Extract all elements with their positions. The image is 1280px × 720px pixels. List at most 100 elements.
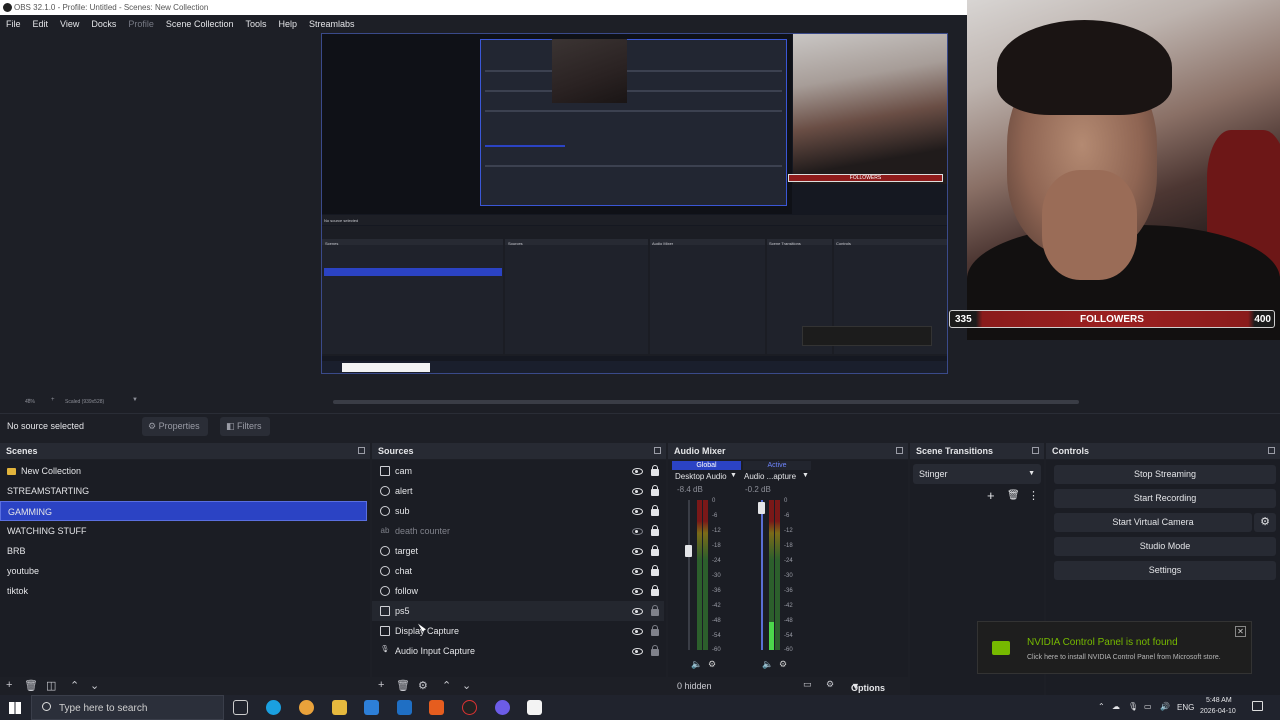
visibility-icon[interactable] — [632, 488, 643, 495]
menu-file[interactable]: File — [6, 19, 21, 29]
terminal-icon[interactable] — [527, 700, 542, 715]
lock-icon[interactable] — [651, 485, 659, 496]
visibility-icon[interactable] — [632, 568, 643, 575]
scene-item-watching-stuff[interactable]: WATCHING STUFF — [0, 521, 368, 541]
undock-icon[interactable] — [654, 447, 661, 454]
edge-icon[interactable] — [266, 700, 281, 715]
mixer-layout-icon[interactable]: ▭ — [803, 679, 812, 690]
transition-menu-icon[interactable]: ⋮ — [1028, 489, 1039, 502]
lock-icon[interactable] — [651, 545, 659, 556]
chrome-icon[interactable] — [299, 700, 314, 715]
mixer-tab-active[interactable]: Active — [743, 461, 811, 470]
menu-view[interactable]: View — [60, 19, 79, 29]
visibility-icon[interactable] — [632, 468, 643, 475]
mixer-tab-global[interactable]: Global — [672, 461, 741, 470]
scene-item-brb[interactable]: BRB — [0, 541, 368, 561]
speaker-icon[interactable]: 🔈 — [691, 659, 702, 670]
mixer-options-button[interactable]: Options ▼ — [851, 681, 885, 693]
unlock-icon[interactable] — [651, 605, 659, 616]
move-source-up-button[interactable]: ⌃ — [442, 679, 451, 692]
menu-help[interactable]: Help — [278, 19, 297, 29]
move-scene-up-button[interactable]: ⌃ — [70, 679, 79, 692]
menu-docks[interactable]: Docks — [91, 19, 116, 29]
scene-filters-button[interactable]: ◫ — [46, 679, 56, 692]
windows-start-icon[interactable] — [9, 702, 21, 714]
obs-taskbar-icon[interactable] — [495, 700, 510, 715]
unlock-icon[interactable] — [651, 625, 659, 636]
lock-icon[interactable] — [651, 465, 659, 476]
hidden-visibility-icon[interactable] — [632, 528, 643, 535]
channel-name-desktop-audio[interactable]: Desktop Audio — [675, 472, 727, 481]
lock-icon[interactable] — [651, 565, 659, 576]
filters-button[interactable]: ◧ Filters — [220, 417, 270, 436]
app-icon-2[interactable] — [462, 700, 477, 715]
lock-icon[interactable] — [651, 505, 659, 516]
move-source-down-button[interactable]: ⌄ — [462, 679, 471, 692]
scene-item-streamstarting[interactable]: STREAMSTARTING — [0, 481, 368, 501]
speaker-icon[interactable]: 🔈 — [762, 659, 773, 670]
menu-edit[interactable]: Edit — [33, 19, 49, 29]
add-transition-button[interactable]: + — [987, 488, 995, 503]
source-item-ps5[interactable]: ps5 — [372, 601, 664, 621]
source-item-target[interactable]: target — [372, 541, 664, 561]
zoom-plus[interactable]: + — [51, 397, 55, 403]
visibility-icon[interactable] — [632, 608, 643, 615]
preview-scrollbar[interactable] — [333, 400, 1079, 404]
store-icon[interactable] — [364, 700, 379, 715]
source-item-sub[interactable]: sub — [372, 501, 664, 521]
visibility-icon[interactable] — [632, 648, 643, 655]
undock-icon[interactable] — [1268, 447, 1275, 454]
task-view-icon[interactable] — [233, 700, 248, 715]
volume-icon[interactable]: 🔊 — [1160, 702, 1170, 711]
source-item-chat[interactable]: chat — [372, 561, 664, 581]
nvidia-toast-notification[interactable]: NVIDIA Control Panel is not found Click … — [977, 621, 1252, 674]
visibility-icon[interactable] — [632, 628, 643, 635]
clock-date[interactable]: 2026-04-10 — [1200, 708, 1236, 715]
unlock-icon[interactable] — [651, 645, 659, 656]
source-item-audio-input-capture[interactable]: 🎙 Audio Input Capture — [372, 641, 664, 661]
cloud-icon[interactable]: ☁ — [1112, 702, 1120, 711]
taskbar-search-box[interactable]: Type here to search — [31, 695, 224, 720]
remove-transition-button[interactable]: 🗑 — [1007, 490, 1020, 501]
settings-button[interactable]: Settings — [1054, 561, 1276, 580]
channel-name-audio-capture[interactable]: Audio ...apture — [744, 472, 796, 481]
menu-profile[interactable]: Profile — [128, 19, 154, 29]
source-properties-button[interactable]: ⚙ — [418, 679, 428, 692]
menu-streamlabs[interactable]: Streamlabs — [309, 19, 355, 29]
volume-slider-desktop-audio[interactable] — [685, 545, 692, 557]
source-item-death-counter[interactable]: ab death counter — [372, 521, 664, 541]
move-scene-down-button[interactable]: ⌄ — [90, 679, 99, 692]
menu-scene-collection[interactable]: Scene Collection — [166, 19, 234, 29]
lock-icon[interactable] — [651, 525, 659, 536]
volume-slider-audio-capture[interactable] — [758, 502, 765, 514]
menu-tools[interactable]: Tools — [245, 19, 266, 29]
mail-icon[interactable] — [397, 700, 412, 715]
preview-canvas[interactable]: FOLLOWERS No source selected Scenes Sour… — [321, 33, 948, 374]
chevron-down-icon[interactable]: ▼ — [802, 472, 809, 479]
tray-overflow-icon[interactable]: ⌃ — [1098, 702, 1105, 711]
toast-body[interactable]: Click here to install NVIDIA Control Pan… — [1027, 654, 1221, 661]
start-recording-button[interactable]: Start Recording — [1054, 489, 1276, 508]
network-icon[interactable]: ▭ — [1144, 702, 1152, 711]
mixer-settings-icon[interactable]: ⚙ — [826, 679, 834, 690]
visibility-icon[interactable] — [632, 548, 643, 555]
source-item-alert[interactable]: alert — [372, 481, 664, 501]
add-scene-button[interactable]: + — [6, 679, 12, 691]
language-indicator[interactable]: ENG — [1177, 703, 1194, 712]
microphone-icon[interactable]: 🎙 — [1128, 702, 1138, 711]
remove-scene-button[interactable]: 🗑 — [24, 679, 38, 692]
properties-button[interactable]: ⚙ Properties — [142, 417, 208, 436]
app-icon[interactable] — [429, 700, 444, 715]
clock-time[interactable]: 5:48 AM — [1206, 697, 1232, 704]
studio-mode-button[interactable]: Studio Mode — [1054, 537, 1276, 556]
source-item-follow[interactable]: follow — [372, 581, 664, 601]
scene-item-gamming[interactable]: GAMMING — [0, 501, 367, 521]
undock-icon[interactable] — [358, 447, 365, 454]
monitor-audio-icon[interactable]: ⚙ — [779, 659, 787, 670]
source-item-display-capture[interactable]: Display Capture — [372, 621, 664, 641]
zoom-dropdown-icon[interactable]: ▼ — [132, 397, 138, 403]
close-icon[interactable]: ✕ — [1235, 626, 1246, 637]
virtual-camera-settings-button[interactable]: ⚙ — [1254, 513, 1276, 532]
transition-select[interactable]: Stinger ▼ — [913, 464, 1041, 484]
scene-item-new-collection[interactable]: New Collection — [0, 461, 368, 481]
